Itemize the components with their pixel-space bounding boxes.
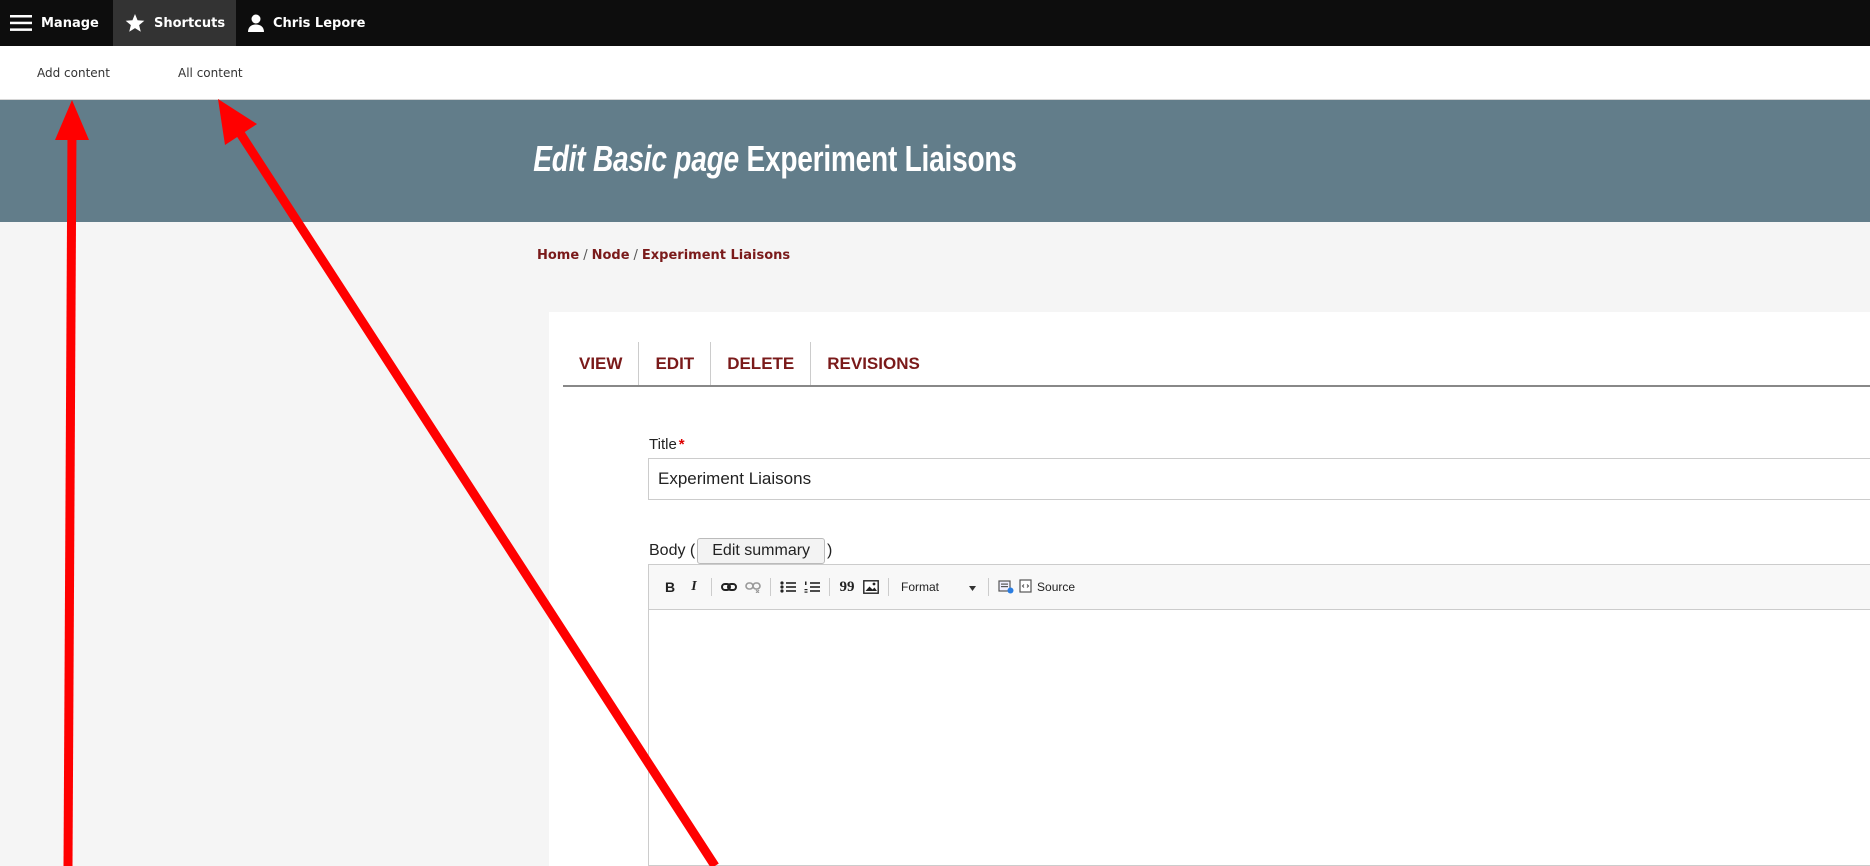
- source-label: Source: [1037, 580, 1076, 594]
- user-menu-button[interactable]: Chris Lepore: [236, 0, 382, 46]
- body-label-close: ): [827, 542, 833, 559]
- unlink-icon[interactable]: [742, 576, 764, 598]
- editor-toolbar: B I 99 Format Source: [649, 565, 1870, 610]
- editor-content-area[interactable]: [649, 610, 1870, 866]
- image-icon[interactable]: [860, 576, 882, 598]
- shortcuts-label: Shortcuts: [154, 15, 226, 31]
- toolbar-separator: [988, 578, 990, 596]
- arrow-to-add-content: [63, 129, 77, 866]
- format-dropdown[interactable]: Format: [895, 580, 982, 594]
- title-label-text: Title: [649, 436, 677, 453]
- body-label-text: Body (: [649, 542, 696, 559]
- tab-revisions[interactable]: REVISIONS: [811, 342, 936, 385]
- required-marker: *: [678, 436, 685, 453]
- page-title-name: Experiment Liaisons: [746, 138, 1017, 179]
- bold-button[interactable]: B: [659, 576, 681, 598]
- toolbar-separator: [770, 578, 771, 596]
- italic-button[interactable]: I: [683, 576, 705, 598]
- body-field-label: Body (Edit summary): [649, 538, 832, 564]
- user-icon: [248, 14, 264, 32]
- page-title: Edit Basic page Experiment Liaisons: [171, 138, 1380, 180]
- toolbar-separator: [829, 578, 830, 596]
- hamburger-icon: [10, 15, 32, 31]
- blockquote-button[interactable]: 99: [836, 576, 858, 598]
- tab-view[interactable]: VIEW: [563, 342, 640, 385]
- content-panel: VIEW EDIT DELETE REVISIONS Title* Body (…: [549, 312, 1870, 866]
- toolbar-separator: [711, 578, 712, 596]
- link-icon[interactable]: [718, 576, 740, 598]
- admin-toolbar: Manage Shortcuts Chris Lepore: [0, 0, 1870, 46]
- manage-label: Manage: [41, 15, 99, 31]
- insert-template-icon[interactable]: [995, 576, 1017, 598]
- shortcuts-menu-button[interactable]: Shortcuts: [113, 0, 236, 46]
- numbered-list-icon[interactable]: [801, 576, 823, 598]
- local-tasks-tabs: VIEW EDIT DELETE REVISIONS: [563, 342, 1870, 387]
- edit-summary-button[interactable]: Edit summary: [697, 538, 826, 564]
- manage-menu-button[interactable]: Manage: [0, 0, 113, 46]
- dropdown-arrow-icon: [969, 580, 977, 594]
- all-content-link[interactable]: All content: [178, 66, 243, 80]
- toolbar-separator: [888, 578, 889, 596]
- breadcrumb-separator: /: [583, 248, 588, 263]
- tab-delete[interactable]: DELETE: [711, 342, 812, 385]
- format-dropdown-label: Format: [901, 580, 940, 594]
- bulleted-list-icon[interactable]: [777, 576, 799, 598]
- breadcrumb-node[interactable]: Node: [592, 248, 630, 263]
- star-icon: [125, 13, 145, 33]
- page-title-type: Edit Basic page: [533, 138, 739, 179]
- breadcrumb-home[interactable]: Home: [537, 248, 579, 263]
- source-icon: [1019, 578, 1033, 596]
- shortcuts-tray: Add content All content: [0, 46, 1870, 100]
- title-input[interactable]: [648, 458, 1870, 500]
- title-field-label: Title *: [649, 436, 685, 453]
- add-content-link[interactable]: Add content: [37, 66, 110, 80]
- source-button[interactable]: Source: [1019, 578, 1076, 596]
- tab-edit[interactable]: EDIT: [639, 342, 712, 385]
- user-label: Chris Lepore: [273, 15, 366, 31]
- breadcrumb-separator: /: [633, 248, 638, 263]
- body-editor: B I 99 Format Source: [648, 564, 1870, 866]
- breadcrumb: Home / Node / Experiment Liaisons: [537, 248, 790, 263]
- breadcrumb-current[interactable]: Experiment Liaisons: [642, 248, 790, 263]
